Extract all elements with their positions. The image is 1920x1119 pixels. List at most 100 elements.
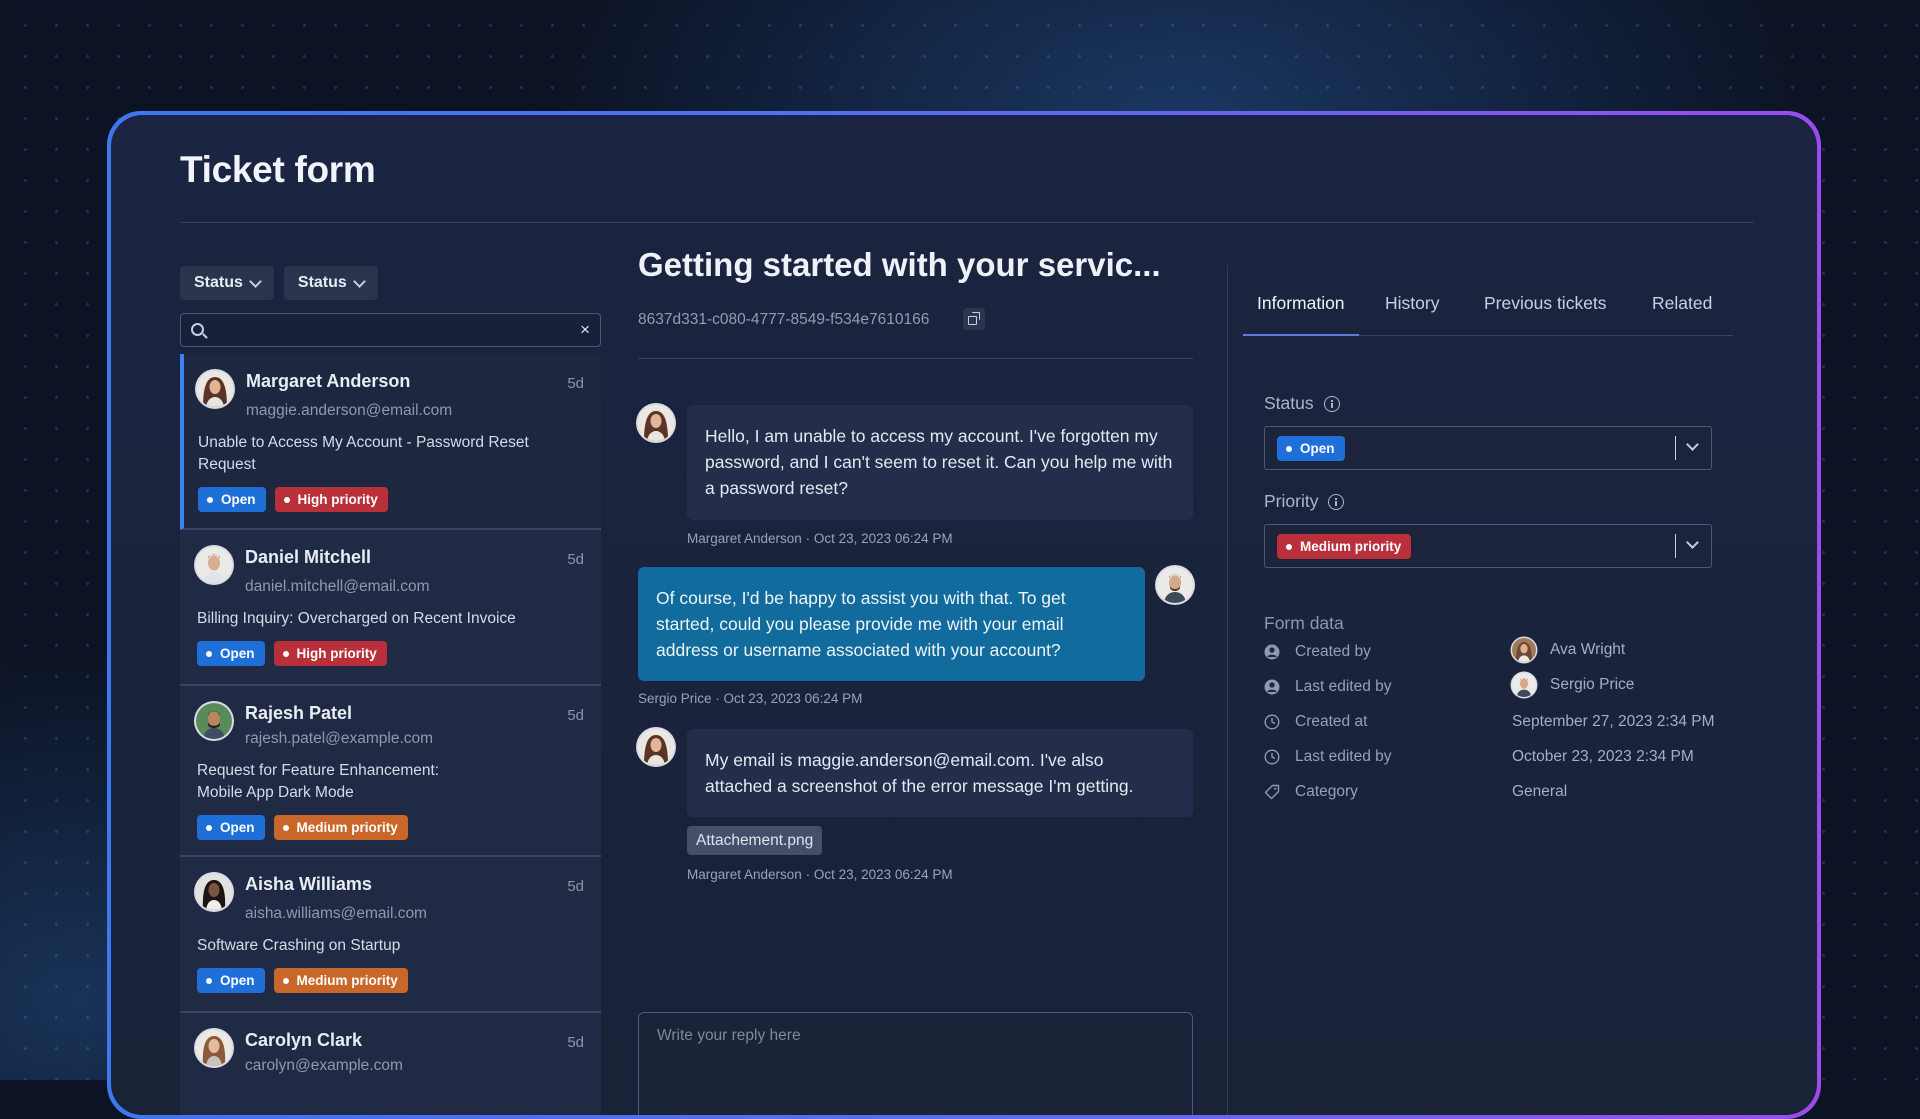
ticket-subject: Software Crashing on Startup <box>197 937 401 954</box>
tab-history[interactable]: History <box>1385 293 1439 334</box>
avatar <box>196 703 232 739</box>
ticket-time: 5d <box>567 707 584 724</box>
status-badge: Open <box>1277 436 1345 461</box>
ticket-item[interactable]: 5d Daniel Mitchell daniel.mitchell@email… <box>180 530 601 686</box>
info-icon[interactable] <box>1328 493 1345 510</box>
search-icon <box>191 323 204 336</box>
status-filter-label-2: Status <box>297 274 347 291</box>
priority-badge: Medium priority <box>1277 534 1412 559</box>
ticket-item[interactable]: 5d Rajesh Patel rajesh.patel@example.com… <box>180 686 601 857</box>
row-value: September 27, 2023 2:34 PM <box>1512 713 1715 730</box>
attachment-chip[interactable]: Attachement.png <box>687 826 823 855</box>
ticket-requester-name: Rajesh Patel <box>245 703 353 723</box>
row-label: Created by <box>1295 643 1371 660</box>
priority-field-label: Priority <box>1264 491 1345 512</box>
avatar <box>196 547 232 583</box>
ticket-item[interactable]: 5d Aisha Williams aisha.williams@email.c… <box>180 857 601 1013</box>
clock-icon <box>1264 714 1280 730</box>
ticket-time: 5d <box>567 1034 584 1051</box>
info-icon[interactable] <box>1323 395 1340 412</box>
chevron-down-icon <box>1686 536 1699 549</box>
status-filter-button[interactable]: Status <box>180 266 274 300</box>
row-value: Sergio Price <box>1512 673 1634 697</box>
row-value: October 23, 2023 2:34 PM <box>1512 748 1694 765</box>
form-row-created-at: Created at September 27, 2023 2:34 PM <box>1264 710 1724 736</box>
app-window: Ticket form Status Status × 5d Margaret … <box>107 111 1821 1119</box>
ticket-requester-name: Daniel Mitchell <box>245 547 372 567</box>
chevron-down-icon <box>249 274 262 288</box>
row-label: Category <box>1295 783 1358 800</box>
user-circle-icon <box>1264 644 1280 660</box>
ticket-requester-email: aisha.williams@email.com <box>245 905 427 922</box>
status-filter-label: Status <box>194 274 243 291</box>
form-row-last-edited-by: Last edited by Sergio Price <box>1264 673 1724 701</box>
header-divider <box>180 222 1754 223</box>
status-badge: Open <box>197 641 265 666</box>
avatar <box>1512 673 1536 697</box>
avatar <box>638 405 674 441</box>
status-select[interactable]: Open <box>1264 426 1712 470</box>
ticket-list: 5d Margaret Anderson maggie.anderson@ema… <box>180 354 601 1115</box>
copy-icon[interactable] <box>963 308 985 330</box>
row-value: Ava Wright <box>1512 638 1625 662</box>
avatar <box>196 1030 232 1066</box>
row-label: Last edited by <box>1295 748 1392 765</box>
form-row-created-by: Created by Ava Wright <box>1264 638 1724 666</box>
detail-tabs: Information History Previous tickets Rel… <box>1243 293 1733 336</box>
ticket-item[interactable]: 5d Carolyn Clark carolyn@example.com <box>180 1013 601 1115</box>
page-title: Ticket form <box>180 149 376 190</box>
tab-related[interactable]: Related <box>1652 293 1712 334</box>
chevron-down-icon <box>1686 438 1699 451</box>
avatar <box>1157 567 1193 603</box>
message-meta: Margaret Anderson · Oct 23, 2023 06:24 P… <box>687 867 953 882</box>
ticket-requester-email: daniel.mitchell@email.com <box>245 578 430 595</box>
row-label: Last edited by <box>1295 678 1392 695</box>
clear-search-icon[interactable]: × <box>580 320 590 340</box>
ticket-subject: Unable to Access My Account - Password R… <box>198 434 529 473</box>
ticket-subject: Request for Feature Enhancement: Mobile … <box>197 762 440 801</box>
ticket-item[interactable]: 5d Margaret Anderson maggie.anderson@ema… <box>180 354 601 530</box>
clock-icon <box>1264 749 1280 765</box>
ticket-time: 5d <box>567 551 584 568</box>
priority-select[interactable]: Medium priority <box>1264 524 1712 568</box>
ticket-form-panel: Ticket form Status Status × 5d Margaret … <box>111 115 1817 1115</box>
form-row-category: Category General <box>1264 780 1724 806</box>
reply-box <box>638 1012 1193 1115</box>
search-box: × <box>180 313 601 348</box>
filter-bar: Status Status <box>180 266 378 300</box>
form-data-title: Form data <box>1264 613 1344 633</box>
avatar <box>1512 638 1536 662</box>
status-field-label: Status <box>1264 393 1340 414</box>
avatar <box>638 729 674 765</box>
priority-badge: High priority <box>274 487 388 512</box>
status-filter-button-2[interactable]: Status <box>283 266 378 300</box>
row-label: Created at <box>1295 713 1368 730</box>
form-row-last-edited-at: Last edited by October 23, 2023 2:34 PM <box>1264 745 1724 771</box>
customer-message: Hello, I am unable to access my account.… <box>687 405 1193 520</box>
tab-previous-tickets[interactable]: Previous tickets <box>1484 293 1607 334</box>
chevron-down-icon <box>352 274 366 288</box>
tag-icon <box>1264 784 1280 800</box>
message-meta: Margaret Anderson · Oct 23, 2023 06:24 P… <box>687 531 953 546</box>
ticket-id: 8637d331-c080-4777-8549-f534e7610166 <box>638 311 930 328</box>
ticket-requester-name: Aisha Williams <box>245 874 372 894</box>
user-circle-icon <box>1264 679 1280 695</box>
status-badge: Open <box>198 487 266 512</box>
ticket-time: 5d <box>567 878 584 895</box>
priority-badge: Medium priority <box>273 815 408 840</box>
ticket-time: 5d <box>567 375 584 392</box>
ticket-requester-email: carolyn@example.com <box>245 1057 403 1074</box>
column-divider <box>1227 265 1228 1115</box>
ticket-requester-name: Margaret Anderson <box>246 371 411 391</box>
conversation-title: Getting started with your servic... <box>638 246 1161 283</box>
ticket-requester-name: Carolyn Clark <box>245 1030 363 1050</box>
avatar <box>197 371 233 407</box>
ticket-subject: Billing Inquiry: Overcharged on Recent I… <box>197 610 516 627</box>
priority-badge: Medium priority <box>273 968 408 993</box>
avatar <box>196 874 232 910</box>
customer-message: My email is maggie.anderson@email.com. I… <box>687 729 1193 817</box>
tab-information[interactable]: Information <box>1243 293 1359 336</box>
status-badge: Open <box>197 815 265 840</box>
search-input[interactable] <box>215 314 566 348</box>
reply-input[interactable] <box>655 1023 1176 1049</box>
